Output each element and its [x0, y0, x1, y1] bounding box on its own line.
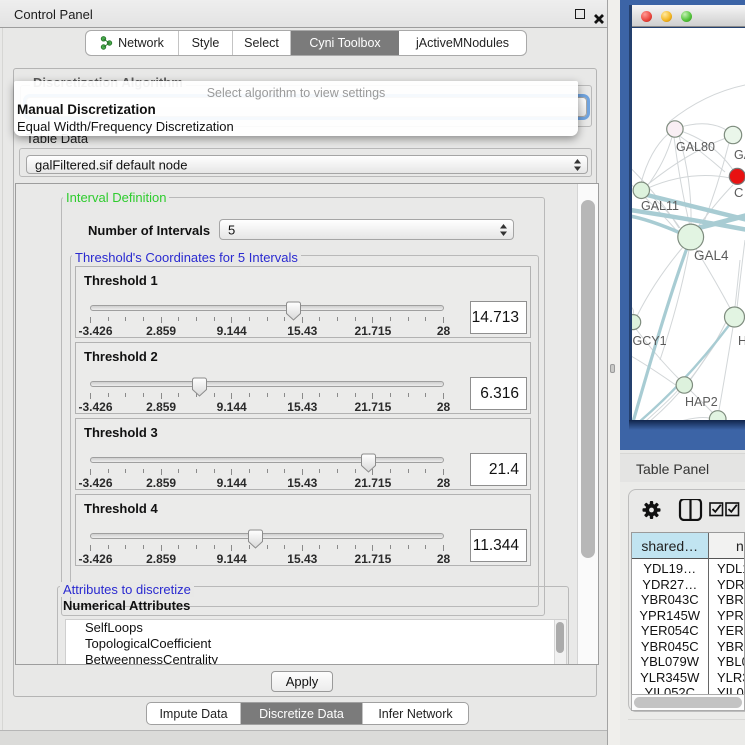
svg-text:GAL3: GAL3	[734, 148, 745, 162]
svg-text:GAL80: GAL80	[676, 140, 715, 154]
svg-text:GAL11: GAL11	[641, 199, 679, 213]
svg-text:C: C	[734, 185, 743, 200]
svg-text:GAL4: GAL4	[694, 248, 729, 263]
svg-text:HIS7: HIS7	[738, 334, 745, 348]
svg-text:HAP2: HAP2	[685, 395, 718, 409]
svg-text:GCY1: GCY1	[633, 334, 667, 348]
